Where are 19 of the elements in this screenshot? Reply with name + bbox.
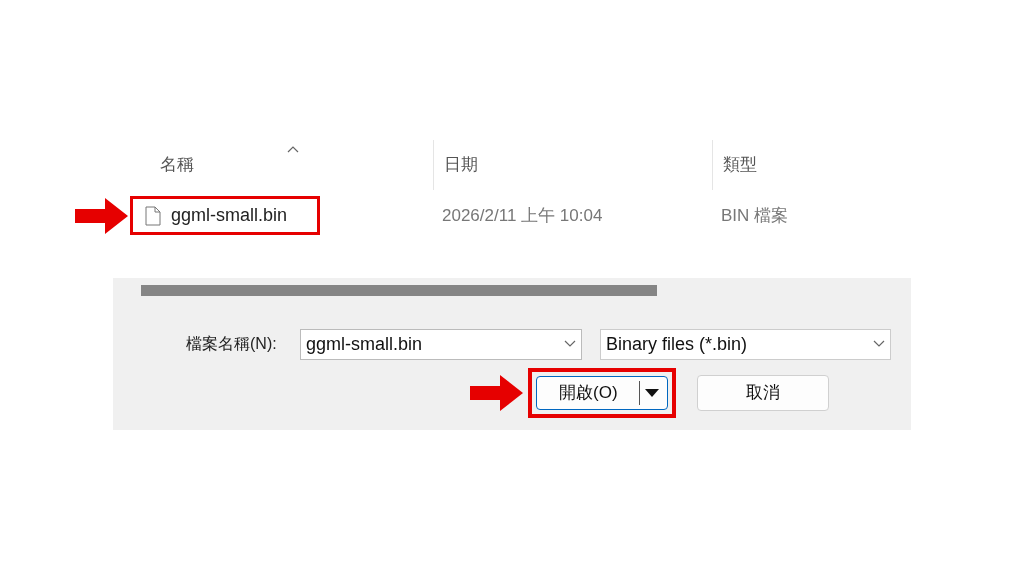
open-split-button[interactable]: 開啟(O) [536,376,668,410]
callout-arrow [470,375,523,411]
file-icon [145,205,161,226]
chevron-down-icon [873,340,885,348]
column-header[interactable]: 日期 [444,152,478,178]
filename-field[interactable]: ggml-small.bin [300,328,582,360]
file-type-dropdown[interactable]: Binary files (*.bin) [600,328,891,360]
file-row-name[interactable]: ggml-small.bin [130,196,320,235]
dropdown-caret-icon [645,389,659,397]
callout-arrow [75,197,128,234]
file-date: 2026/2/11 上午 10:04 [442,204,604,227]
column-header[interactable]: 名稱 [160,152,194,178]
cancel-button[interactable]: 取消 [697,375,829,411]
chevron-down-icon [564,340,576,348]
sort-caret-icon [287,146,299,153]
column-header[interactable]: 類型 [723,152,757,178]
scrollbar-thumb[interactable] [141,285,657,296]
filename-label: 檔案名稱(N): [186,334,278,354]
file-type: BIN 檔案 [721,204,789,227]
